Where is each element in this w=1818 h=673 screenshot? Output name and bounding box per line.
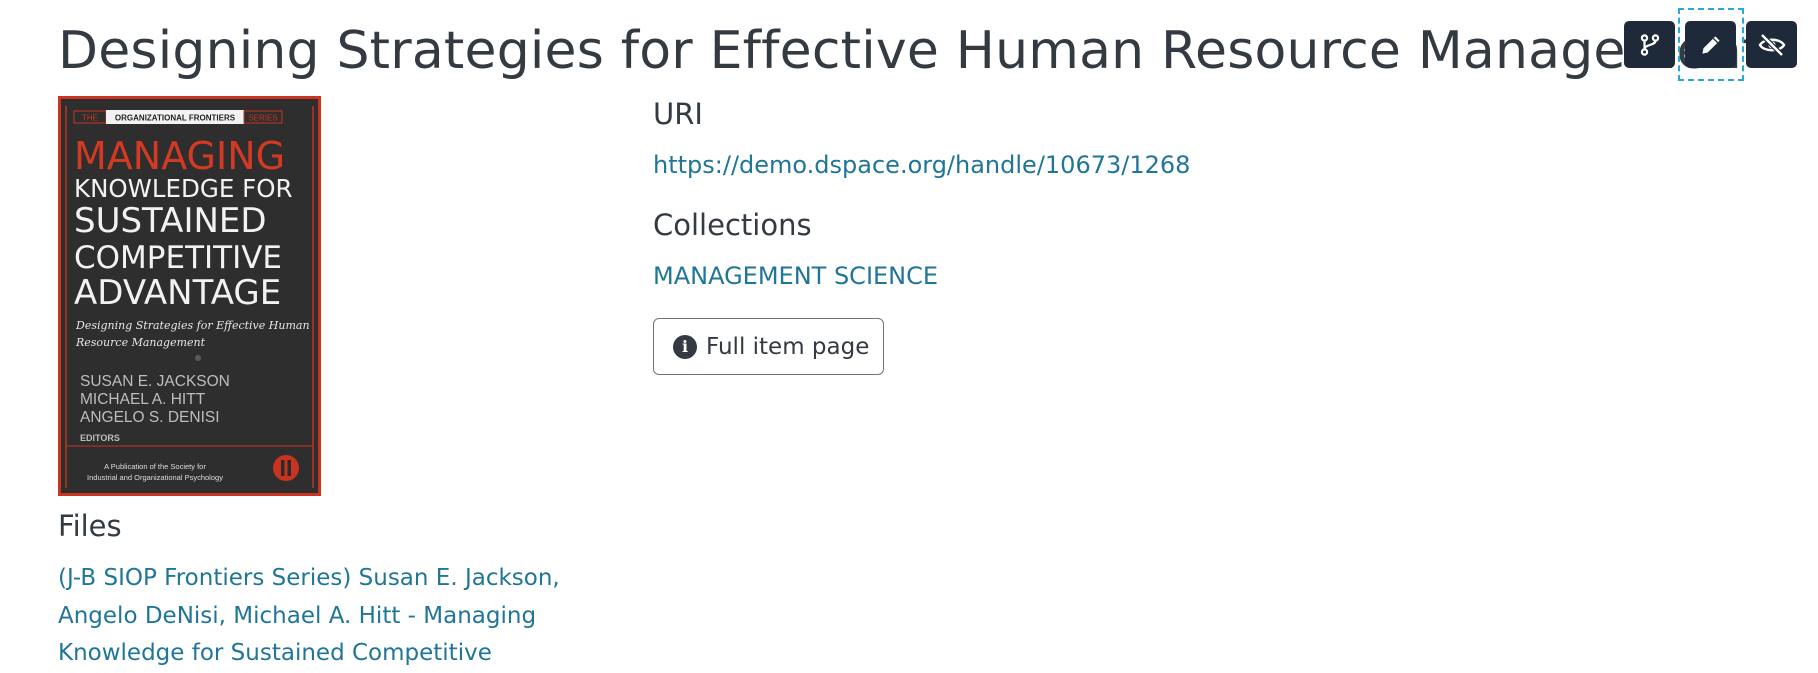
item-actions: [1624, 8, 1814, 81]
cover-publication-line-1: A Publication of the Society for: [104, 462, 206, 471]
cover-publication-line-2: Industrial and Organizational Psychology: [87, 473, 223, 482]
item-title: Designing Strategies for Effective Human…: [58, 21, 1763, 81]
full-item-page-button[interactable]: i Full item page: [653, 318, 884, 375]
cover-editor-2: MICHAEL A. HITT: [80, 391, 206, 408]
item-page: Designing Strategies for Effective Human…: [0, 0, 1818, 673]
cover-editors-label: EDITORS: [80, 433, 120, 443]
cover-subtitle-line-2: Resource Management: [75, 336, 206, 349]
cover-editor-3: ANGELO S. DENISI: [80, 409, 220, 426]
cover-title-line-1: MANAGING: [74, 134, 285, 178]
uri-heading: URI: [653, 97, 703, 131]
info-circle-icon: i: [673, 334, 697, 359]
file-download-link[interactable]: (J-B SIOP Frontiers Series) Susan E. Jac…: [58, 560, 578, 673]
cover-series-left: THE: [82, 114, 98, 123]
collection-link[interactable]: MANAGEMENT SCIENCE: [653, 260, 938, 292]
edit-item-button[interactable]: [1685, 21, 1736, 68]
eye-slash-icon: [1758, 32, 1785, 57]
collections-heading: Collections: [653, 208, 812, 242]
version-branch-icon: [1640, 33, 1659, 56]
uri-link[interactable]: https://demo.dspace.org/handle/10673/126…: [653, 149, 1190, 181]
cover-series-name: ORGANIZATIONAL FRONTIERS: [115, 114, 236, 123]
cover-title-line-2: KNOWLEDGE FOR: [74, 174, 293, 203]
files-heading: Files: [58, 509, 122, 543]
cover-title-line-5: ADVANTAGE: [74, 273, 281, 313]
item-thumbnail[interactable]: THE ORGANIZATIONAL FRONTIERS SERIES MANA…: [58, 96, 321, 496]
cover-subtitle-line-1: Designing Strategies for Effective Human: [75, 319, 310, 332]
make-private-button[interactable]: [1746, 21, 1797, 68]
pencil-edit-icon: [1701, 35, 1720, 54]
full-item-page-label: Full item page: [706, 333, 870, 360]
cover-title-line-3: SUSTAINED: [74, 201, 267, 241]
cover-title-line-4: COMPETITIVE: [74, 240, 282, 276]
cover-editor-1: SUSAN E. JACKSON: [80, 373, 230, 390]
versions-button[interactable]: [1624, 21, 1675, 68]
cover-series-right: SERIES: [248, 114, 277, 123]
